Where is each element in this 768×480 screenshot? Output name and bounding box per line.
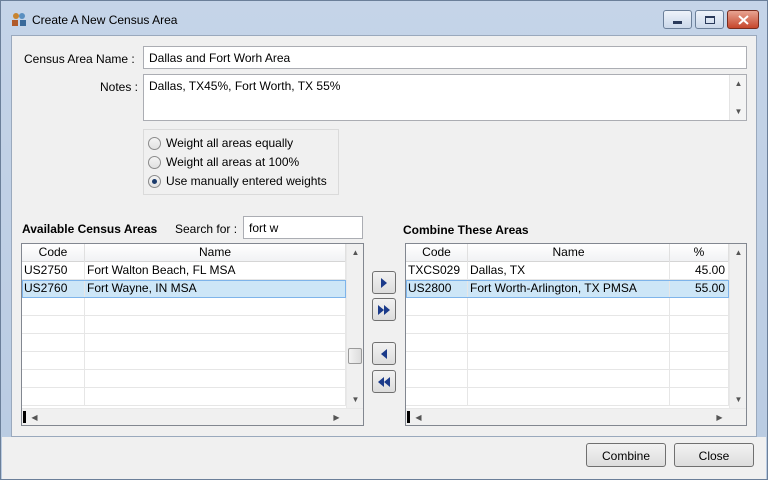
- search-input[interactable]: fort w: [243, 216, 363, 239]
- double-arrow-left-icon: [378, 376, 390, 387]
- grid-rows: US2750 Fort Walton Beach, FL MSA US2760 …: [22, 262, 346, 406]
- empty-row[interactable]: [22, 352, 346, 370]
- combine-areas-title: Combine These Areas: [403, 223, 529, 237]
- vertical-scrollbar[interactable]: ▲ ▼: [729, 244, 746, 408]
- empty-row[interactable]: [22, 370, 346, 388]
- notes-text: Dallas, TX45%, Fort Worth, TX 55%: [149, 79, 341, 93]
- table-row[interactable]: US2750 Fort Walton Beach, FL MSA: [22, 262, 346, 280]
- radio-label: Weight all areas at 100%: [166, 155, 300, 169]
- cell-percent[interactable]: 45.00: [670, 262, 729, 279]
- notes-label: Notes :: [100, 80, 139, 94]
- cell-name: Fort Wayne, IN MSA: [85, 280, 346, 297]
- search-label: Search for :: [175, 222, 238, 236]
- radio-label: Use manually entered weights: [166, 174, 327, 188]
- horizontal-scrollbar[interactable]: ◀ ▶: [22, 408, 363, 425]
- arrow-left-icon: [381, 348, 387, 359]
- radio-button-icon[interactable]: [148, 155, 161, 169]
- table-row[interactable]: TXCS029 Dallas, TX 45.00: [406, 262, 729, 280]
- empty-row[interactable]: [406, 352, 729, 370]
- table-row-selected[interactable]: US2800 Fort Worth-Arlington, TX PMSA 55.…: [406, 280, 729, 298]
- empty-row[interactable]: [406, 316, 729, 334]
- cell-name: Fort Worth-Arlington, TX PMSA: [468, 280, 670, 297]
- scroll-left-icon[interactable]: ◀: [410, 409, 427, 425]
- close-icon: [737, 14, 749, 25]
- dialog-window: Create A New Census Area Census Area Nam…: [0, 0, 768, 480]
- census-area-name-input[interactable]: Dallas and Fort Worh Area: [143, 46, 747, 69]
- empty-row[interactable]: [22, 388, 346, 406]
- horizontal-scrollbar[interactable]: ◀ ▶: [406, 408, 746, 425]
- scroll-right-icon[interactable]: ▶: [328, 409, 345, 425]
- column-header-name[interactable]: Name: [85, 244, 346, 262]
- empty-row[interactable]: [406, 334, 729, 352]
- empty-row[interactable]: [406, 388, 729, 406]
- scroll-left-icon[interactable]: ◀: [26, 409, 43, 425]
- title-bar[interactable]: Create A New Census Area: [1, 1, 767, 35]
- combine-areas-grid[interactable]: Code Name % TXCS029 Dallas, TX 45.00 US2…: [405, 243, 747, 426]
- cell-code: US2760: [22, 280, 85, 297]
- available-areas-title: Available Census Areas: [22, 222, 158, 236]
- radio-label: Weight all areas equally: [166, 136, 294, 150]
- radio-weight-manual[interactable]: Use manually entered weights: [148, 174, 327, 188]
- column-header-percent[interactable]: %: [670, 244, 729, 262]
- empty-row[interactable]: [406, 298, 729, 316]
- cell-name: Fort Walton Beach, FL MSA: [85, 262, 346, 279]
- dialog-footer: Combine Close: [2, 437, 766, 479]
- close-button[interactable]: Close: [674, 443, 754, 467]
- scroll-up-icon[interactable]: ▲: [730, 244, 746, 261]
- scroll-up-icon[interactable]: ▲: [730, 75, 746, 92]
- vertical-scrollbar[interactable]: ▲ ▼: [346, 244, 363, 408]
- empty-row[interactable]: [22, 334, 346, 352]
- grid-rows: TXCS029 Dallas, TX 45.00 US2800 Fort Wor…: [406, 262, 729, 406]
- close-window-button[interactable]: [727, 10, 759, 29]
- arrow-right-icon: [381, 277, 387, 288]
- minimize-button[interactable]: [663, 10, 692, 29]
- census-area-name-label: Census Area Name :: [24, 52, 135, 66]
- double-arrow-right-icon: [378, 304, 390, 315]
- empty-row[interactable]: [22, 298, 346, 316]
- maximize-icon: [704, 15, 715, 24]
- dialog-content: Census Area Name : Dallas and Fort Worh …: [11, 35, 757, 437]
- radio-button-icon[interactable]: [148, 136, 161, 150]
- maximize-button[interactable]: [695, 10, 724, 29]
- radio-weight-equal[interactable]: Weight all areas equally: [148, 136, 293, 150]
- remove-all-button[interactable]: [372, 370, 396, 393]
- minimize-icon: [673, 21, 682, 24]
- cell-name: Dallas, TX: [468, 262, 670, 279]
- column-header-name[interactable]: Name: [468, 244, 670, 262]
- cell-percent[interactable]: 55.00: [670, 280, 729, 297]
- cell-code: US2800: [406, 280, 468, 297]
- grid-header: Code Name: [22, 244, 346, 262]
- scroll-down-icon[interactable]: ▼: [347, 391, 363, 408]
- available-areas-grid[interactable]: Code Name US2750 Fort Walton Beach, FL M…: [21, 243, 364, 426]
- table-row-selected[interactable]: US2760 Fort Wayne, IN MSA: [22, 280, 346, 298]
- scrollbar-thumb[interactable]: [348, 348, 362, 364]
- add-selected-button[interactable]: [372, 271, 396, 294]
- weighting-options: Weight all areas equally Weight all area…: [143, 129, 339, 195]
- grid-header: Code Name %: [406, 244, 729, 262]
- cell-code: TXCS029: [406, 262, 468, 279]
- radio-weight-100[interactable]: Weight all areas at 100%: [148, 155, 299, 169]
- notes-scrollbar[interactable]: ▲ ▼: [729, 75, 746, 120]
- cell-code: US2750: [22, 262, 85, 279]
- column-header-code[interactable]: Code: [406, 244, 468, 262]
- column-header-code[interactable]: Code: [22, 244, 85, 262]
- empty-row[interactable]: [406, 370, 729, 388]
- radio-button-selected-icon[interactable]: [148, 174, 161, 188]
- add-all-button[interactable]: [372, 298, 396, 321]
- notes-textarea[interactable]: Dallas, TX45%, Fort Worth, TX 55% ▲ ▼: [143, 74, 747, 121]
- scroll-up-icon[interactable]: ▲: [347, 244, 363, 261]
- app-icon: [11, 11, 27, 27]
- scroll-down-icon[interactable]: ▼: [730, 103, 746, 120]
- scroll-down-icon[interactable]: ▼: [730, 391, 746, 408]
- remove-selected-button[interactable]: [372, 342, 396, 365]
- combine-button[interactable]: Combine: [586, 443, 666, 467]
- scroll-right-icon[interactable]: ▶: [711, 409, 728, 425]
- window-title: Create A New Census Area: [32, 13, 178, 27]
- empty-row[interactable]: [22, 316, 346, 334]
